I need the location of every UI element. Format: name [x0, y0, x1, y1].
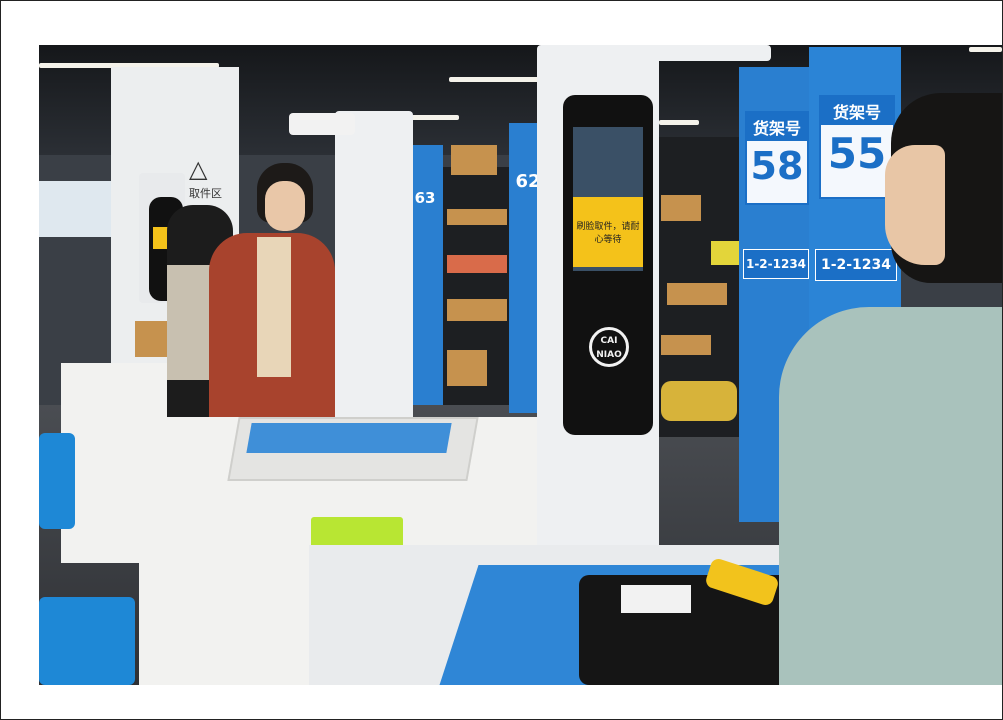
- parcel-label: [621, 585, 691, 613]
- parcel-box: [661, 195, 701, 221]
- parcel-bag: [661, 381, 737, 421]
- shelf-number: 58: [750, 144, 804, 188]
- kiosk-message: 刷脸取件，请耐心等待: [573, 197, 643, 267]
- shelf-code: 1-2-1234: [743, 249, 809, 279]
- woman-face: [265, 181, 305, 231]
- scanner-head: [289, 113, 355, 135]
- parcel-box: [447, 299, 507, 321]
- kiosk-logo: CAI NIAO: [589, 327, 629, 367]
- photo: △ 取件区 63 62 货架号 58 货架号 55 1-2-1234 1-2-1…: [39, 45, 1002, 685]
- zone-sign: 取件区: [189, 187, 222, 200]
- shelf-number-card: 货架号 55: [819, 95, 895, 199]
- scan-pad: [246, 423, 452, 453]
- woman-sweater: [257, 237, 291, 377]
- ceiling-light: [969, 47, 1002, 52]
- blue-stool: [39, 433, 75, 529]
- parcel-box: [667, 283, 727, 305]
- kiosk-top-arm: [635, 45, 771, 61]
- parcel-box: [451, 145, 497, 175]
- ceiling-light: [659, 120, 699, 125]
- shelf-number-card: 货架号 58: [745, 111, 809, 205]
- parcel-box: [447, 255, 507, 273]
- parcel-box: [447, 209, 507, 225]
- shelf-number: 63: [414, 189, 436, 207]
- blue-stool: [39, 597, 135, 685]
- foreground-woman-face: [885, 145, 945, 265]
- foreground-woman-sweater: [779, 307, 1002, 685]
- parcel-box: [661, 335, 711, 355]
- shelf-label: 货架号: [821, 97, 893, 125]
- shelf-number: 55: [827, 129, 887, 178]
- shelf-label: 货架号: [747, 113, 807, 141]
- shelf-code: 1-2-1234: [815, 249, 897, 281]
- scanner-pillar: [335, 111, 413, 459]
- parcel-box: [711, 241, 739, 265]
- shelf-end-panel: [409, 145, 443, 405]
- parcel-box: [447, 350, 487, 386]
- ceiling-light: [449, 77, 539, 82]
